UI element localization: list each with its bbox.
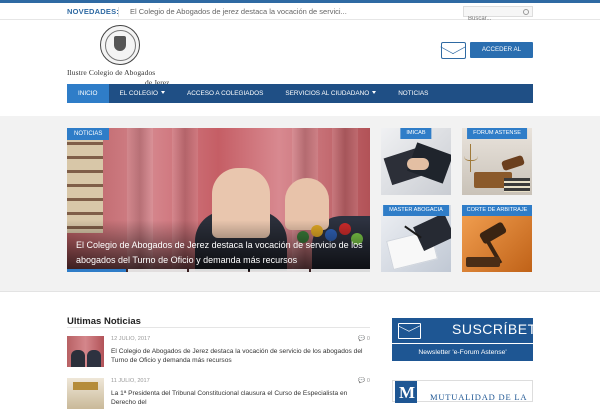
logo-text-line1: Ilustre Colegio de Abogados	[67, 68, 156, 77]
newsletter-text: Newsletter 'e-Forum Astense'	[418, 349, 507, 356]
tile-label: MASTER ABOGACIA	[383, 205, 449, 216]
news-item[interactable]: 11 JULIO, 2017 💬 0 La 1ª Presidenta del …	[67, 378, 370, 410]
news-date: 12 JULIO, 2017	[111, 336, 151, 342]
college-seal-icon	[100, 25, 140, 65]
news-ticker-link[interactable]: El Colegio de Abogados de jerez destaca …	[130, 7, 347, 16]
tile-label: CORTE DE ARBITRAJE	[462, 205, 532, 216]
news-ticker-label: NOVEDADES:	[67, 7, 120, 16]
mutualidad-banner[interactable]: MUTUALIDAD DE LA	[392, 380, 533, 403]
featured-slider[interactable]: NOTICIAS El Colegio de Abogados de Jerez…	[67, 128, 370, 272]
envelope-icon	[398, 323, 421, 339]
bookshelf	[67, 128, 103, 233]
news-title[interactable]: El Colegio de Abogados de Jerez destaca …	[111, 347, 369, 366]
slider-dot[interactable]	[128, 269, 187, 272]
ticker-divider	[118, 7, 119, 17]
top-bar: NOVEDADES: El Colegio de Abogados de jer…	[0, 0, 600, 24]
chevron-down-icon	[372, 91, 377, 94]
slider-pagination	[67, 269, 370, 272]
news-title[interactable]: La 1ª Presidenta del Tribunal Constituci…	[111, 389, 369, 408]
news-item[interactable]: 12 JULIO, 2017 💬 0 El Colegio de Abogado…	[67, 336, 370, 368]
chevron-down-icon	[161, 91, 166, 94]
mail-icon[interactable]	[441, 42, 466, 59]
slider-dot[interactable]	[189, 269, 248, 272]
site-header: Ilustre Colegio de Abogados de Jerez ACC…	[0, 20, 600, 87]
nav-item-label: NOTICIAS	[398, 90, 429, 97]
nav-item-label: EL COLEGIO	[119, 90, 159, 97]
latest-news-heading: Ultimas Noticias	[67, 316, 141, 327]
nav-item-label: SERVICIOS AL CIUDADANO	[285, 90, 370, 97]
nav-item-noticias[interactable]: NOTICIAS	[387, 84, 439, 103]
tile-imicab[interactable]: IMICAB	[381, 128, 451, 195]
slide-category-badge[interactable]: NOTICIAS	[67, 128, 110, 140]
comment-count[interactable]: 💬 0	[358, 336, 370, 342]
search-icon[interactable]	[523, 9, 529, 15]
main-nav: INICIO EL COLEGIO ACCESO A COLEGIADOS SERVI…	[67, 84, 533, 103]
section-divider	[67, 327, 370, 328]
search-box	[463, 6, 533, 24]
tile-master-abogacia[interactable]: MASTER ABOGACIA	[381, 205, 451, 272]
tile-forum-astense[interactable]: FORUM ASTENSE	[462, 128, 532, 195]
nav-item-acceso-a-colegiados[interactable]: ACCESO A COLEGIADOS	[176, 84, 274, 103]
news-thumbnail[interactable]	[67, 336, 104, 367]
subscribe-text: SUSCRÍBETE	[452, 321, 547, 337]
nav-item-servicios-al-ciudadano[interactable]: SERVICIOS AL CIUDADANO	[274, 84, 387, 103]
comment-count[interactable]: 💬 0	[358, 378, 370, 384]
news-thumbnail[interactable]	[67, 378, 104, 409]
newsletter-subscribe-banner[interactable]: SUSCRÍBETE Newsletter 'e-Forum Astense'	[392, 318, 546, 361]
nav-item-label: INICIO	[78, 90, 98, 97]
tile-label: IMICAB	[400, 128, 432, 139]
slide-title[interactable]: El Colegio de Abogados de Jerez destaca …	[76, 238, 366, 268]
news-date: 11 JULIO, 2017	[111, 378, 150, 384]
nav-item-label: ACCESO A COLEGIADOS	[187, 90, 264, 97]
access-mail-button[interactable]: ACCEDER AL CORREO	[470, 42, 533, 69]
nav-item-el-colegio[interactable]: EL COLEGIO	[109, 84, 176, 103]
slider-dot[interactable]	[67, 269, 126, 272]
tile-label: FORUM ASTENSE	[467, 128, 527, 139]
slider-dot[interactable]	[311, 269, 370, 272]
nav-item-inicio[interactable]: INICIO	[67, 84, 109, 103]
slider-dot[interactable]	[250, 269, 309, 272]
comment-count-value: 0	[366, 378, 370, 384]
mutualidad-text: MUTUALIDAD DE LA	[430, 392, 528, 402]
tile-corte-arbitraje[interactable]: CORTE DE ARBITRAJE	[462, 205, 532, 272]
comment-count-value: 0	[366, 336, 370, 342]
